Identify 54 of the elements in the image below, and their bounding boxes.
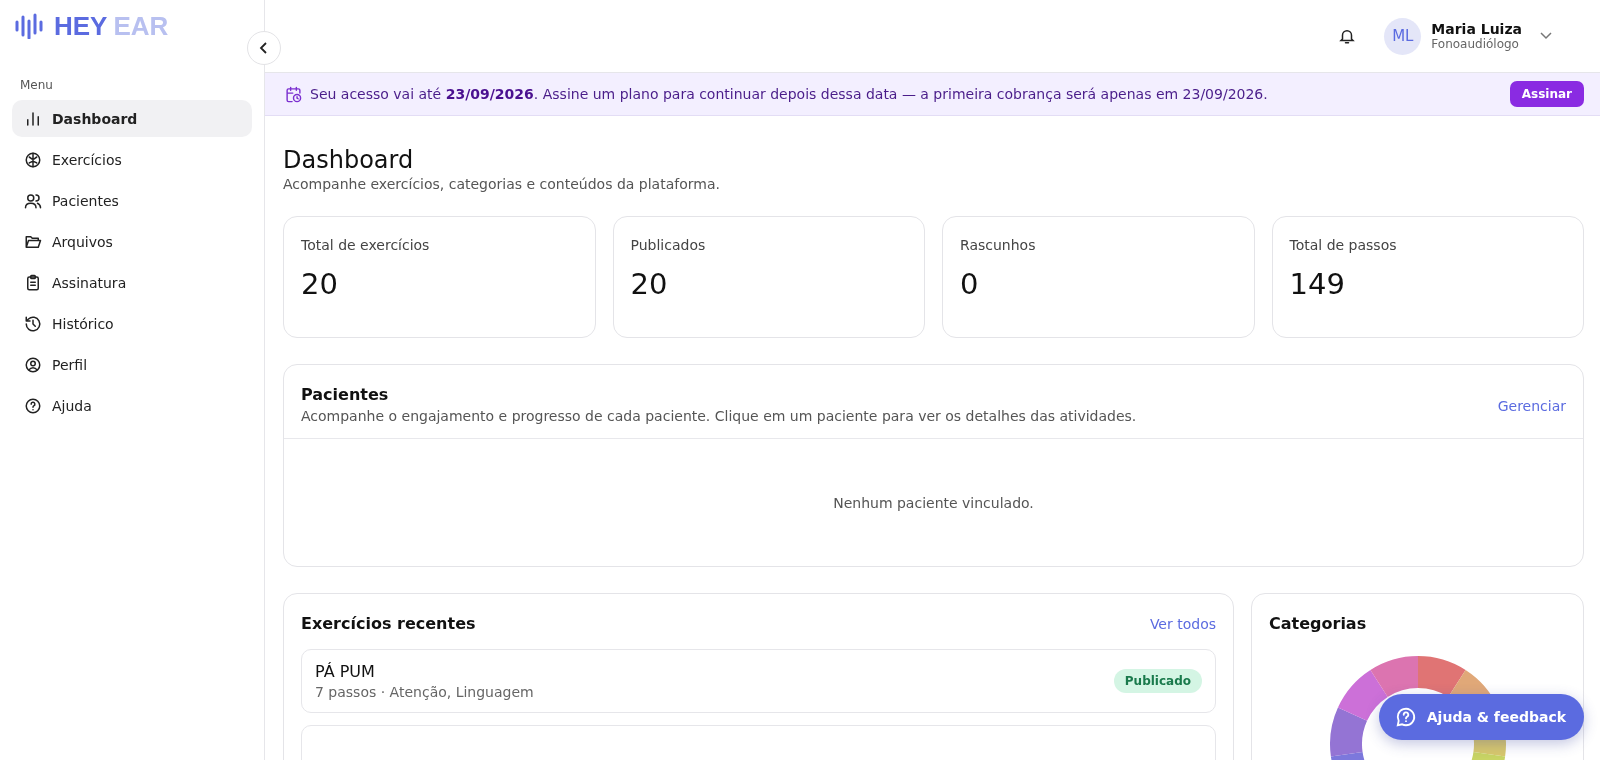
help-chat-icon (1394, 706, 1417, 728)
donut-segment (1337, 669, 1388, 721)
user-role: Fonoaudiólogo (1431, 37, 1520, 51)
user-circle-icon (24, 355, 42, 374)
exercise-item[interactable]: PÁ PUM 7 passos · Atenção, Linguagem Publicado (301, 649, 1216, 713)
donut-segment (1370, 656, 1418, 697)
stat-value: 0 (960, 267, 980, 301)
collapse-sidebar-button[interactable] (247, 31, 281, 65)
nav-item[interactable]: Pacientes (12, 182, 252, 219)
manage-link[interactable]: Gerenciar (1497, 398, 1566, 414)
stat-value: 20 (630, 267, 669, 301)
exercise-meta: 7 passos · Atenção, Linguagem (315, 684, 534, 700)
history-icon (24, 314, 42, 333)
brand-name-suffix: EAR (113, 10, 169, 42)
donut-segment (1418, 656, 1466, 697)
stat-value: 149 (1289, 267, 1346, 301)
stat-label: Publicados (630, 237, 707, 253)
trial-message: Seu acesso vai até 23/09/2026. Assine um plano para continuar depois dessa data — a primeira cobrança será apenas em 23/09/2026. (310, 86, 1269, 102)
nav-item[interactable]: Dashboard (12, 100, 252, 137)
nav-item[interactable]: Histórico (12, 305, 252, 342)
nav-item[interactable]: Assinatura (12, 264, 252, 301)
user-avatar[interactable]: ML (1384, 17, 1422, 55)
logo-icon (14, 13, 44, 39)
page-subtitle: Acompanhe exercícios, categorias e conteúdos da plataforma. (283, 176, 721, 192)
empty-message: Nenhum paciente vinculado. (833, 494, 1034, 511)
status-badge: Publicado (1113, 669, 1202, 693)
subscribe-button[interactable]: Assinar (1509, 81, 1584, 107)
nav-item[interactable]: Arquivos (12, 223, 252, 260)
stat-label: Total de exercícios (301, 237, 431, 253)
nav-item[interactable]: Ajuda (12, 387, 252, 424)
card-title: Pacientes (301, 385, 390, 404)
exercise-name: PÁ PUM (315, 662, 376, 681)
chevron-left-icon (259, 42, 269, 54)
chevron-down-icon[interactable] (1540, 32, 1552, 40)
card-title: Exercícios recentes (301, 614, 476, 633)
user-name: Maria Luiza (1431, 21, 1522, 37)
nav-item[interactable]: Perfil (12, 346, 252, 383)
help-feedback-button[interactable]: Ajuda & feedback (1378, 694, 1584, 740)
notification-bell-icon[interactable] (1338, 27, 1357, 45)
brand-name: HEY (54, 10, 108, 42)
help-icon (24, 396, 42, 415)
stat-label: Rascunhos (960, 237, 1037, 253)
stat-label: Total de passos (1289, 237, 1398, 253)
view-all-link[interactable]: Ver todos (1149, 615, 1216, 632)
page-title: Dashboard (283, 146, 415, 174)
menu-heading: Menu (20, 78, 54, 92)
card-subtitle: Acompanhe o engajamento e progresso de cada paciente. Clique em um paciente para ver os detalhes das atividades. (301, 408, 1137, 424)
people-icon (24, 191, 42, 210)
calendar-clock-icon (285, 85, 302, 103)
card-title: Categorias (1269, 614, 1367, 633)
bar-chart-icon (24, 109, 42, 128)
stat-value: 20 (301, 267, 339, 301)
nav-item[interactable]: Exercícios (12, 141, 252, 178)
clipboard-icon (24, 273, 42, 292)
